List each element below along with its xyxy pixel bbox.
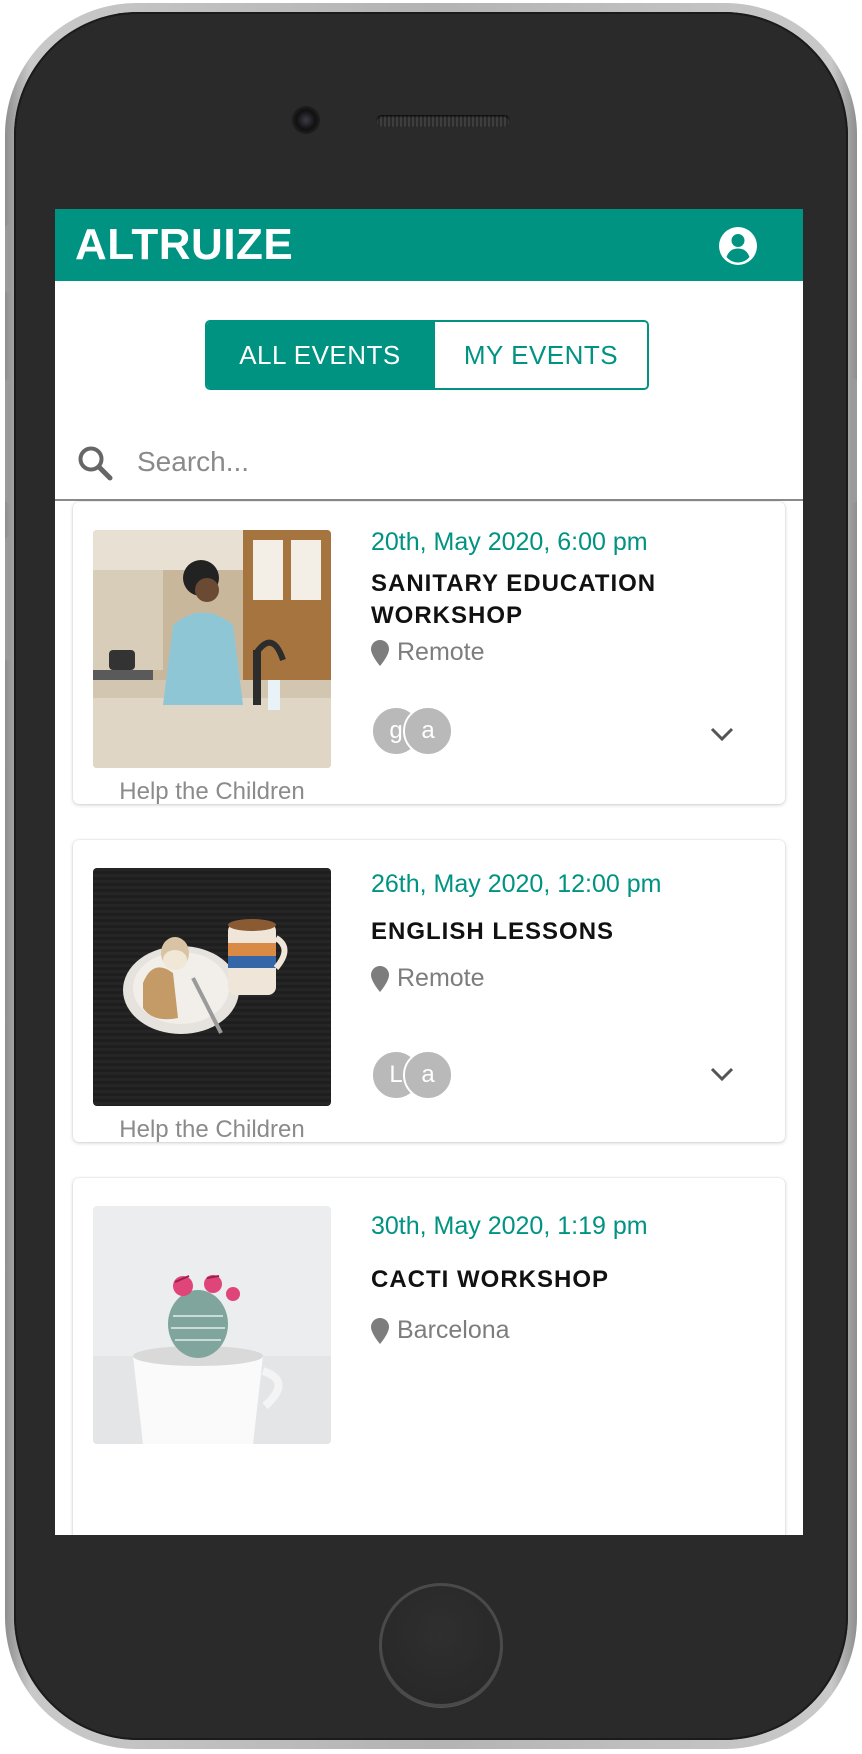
avatar: a [403, 706, 453, 756]
participant-avatars: g a [371, 706, 453, 756]
event-location-label: Remote [397, 638, 485, 666]
volume-down-button [5, 537, 11, 661]
event-image [93, 868, 331, 1106]
event-title: ENGLISH LESSONS [371, 918, 615, 945]
map-pin-icon [371, 639, 389, 666]
map-pin-icon [371, 965, 389, 992]
avatar: a [403, 1050, 453, 1100]
search-input[interactable] [135, 439, 759, 485]
event-image [93, 530, 331, 768]
event-organizer: Help the Children [119, 1116, 305, 1143]
account-circle-icon[interactable] [717, 225, 759, 267]
event-location: Remote [371, 964, 485, 993]
event-title: CACTI WORKSHOP [371, 1266, 609, 1293]
tab-all-events[interactable]: ALL EVENTS [207, 322, 433, 388]
home-button[interactable] [379, 1583, 503, 1707]
chevron-down-icon[interactable] [707, 1064, 737, 1084]
event-title: SANITARY EDUCATION WORKSHOP [371, 570, 657, 629]
volume-up-button [5, 379, 11, 503]
event-date: 26th, May 2020, 12:00 pm [371, 870, 662, 898]
participant-avatars: L a [371, 1050, 453, 1100]
search-bar [55, 427, 803, 501]
event-card[interactable]: Help the Children 20th, May 2020, 6:00 p… [73, 502, 785, 805]
chevron-down-icon[interactable] [707, 724, 737, 744]
event-date: 30th, May 2020, 1:19 pm [371, 1212, 648, 1240]
search-icon [78, 446, 113, 481]
front-camera [294, 108, 318, 132]
earpiece-speaker [376, 115, 510, 127]
tab-my-events[interactable]: MY EVENTS [433, 322, 647, 388]
app-bar: ALTRUIZE [55, 209, 803, 281]
events-filter-toggle: ALL EVENTS MY EVENTS [205, 320, 649, 390]
event-location: Barcelona [371, 1316, 510, 1345]
event-card[interactable]: 30th, May 2020, 1:19 pm CACTI WORKSHOP B… [73, 1178, 785, 1535]
event-location-label: Remote [397, 964, 485, 992]
event-date: 20th, May 2020, 6:00 pm [371, 528, 648, 556]
event-location: Remote [371, 638, 485, 667]
event-location-label: Barcelona [397, 1316, 510, 1344]
event-card[interactable]: Help the Children 26th, May 2020, 12:00 … [73, 840, 785, 1143]
power-button [851, 379, 857, 503]
event-organizer: Help the Children [119, 778, 305, 805]
app-title: ALTRUIZE [75, 220, 294, 269]
app-screen: ALTRUIZE ALL EVENTS MY EVENTS Search... … [55, 209, 803, 1535]
mute-switch [5, 225, 11, 293]
map-pin-icon [371, 1317, 389, 1344]
event-image [93, 1206, 331, 1444]
